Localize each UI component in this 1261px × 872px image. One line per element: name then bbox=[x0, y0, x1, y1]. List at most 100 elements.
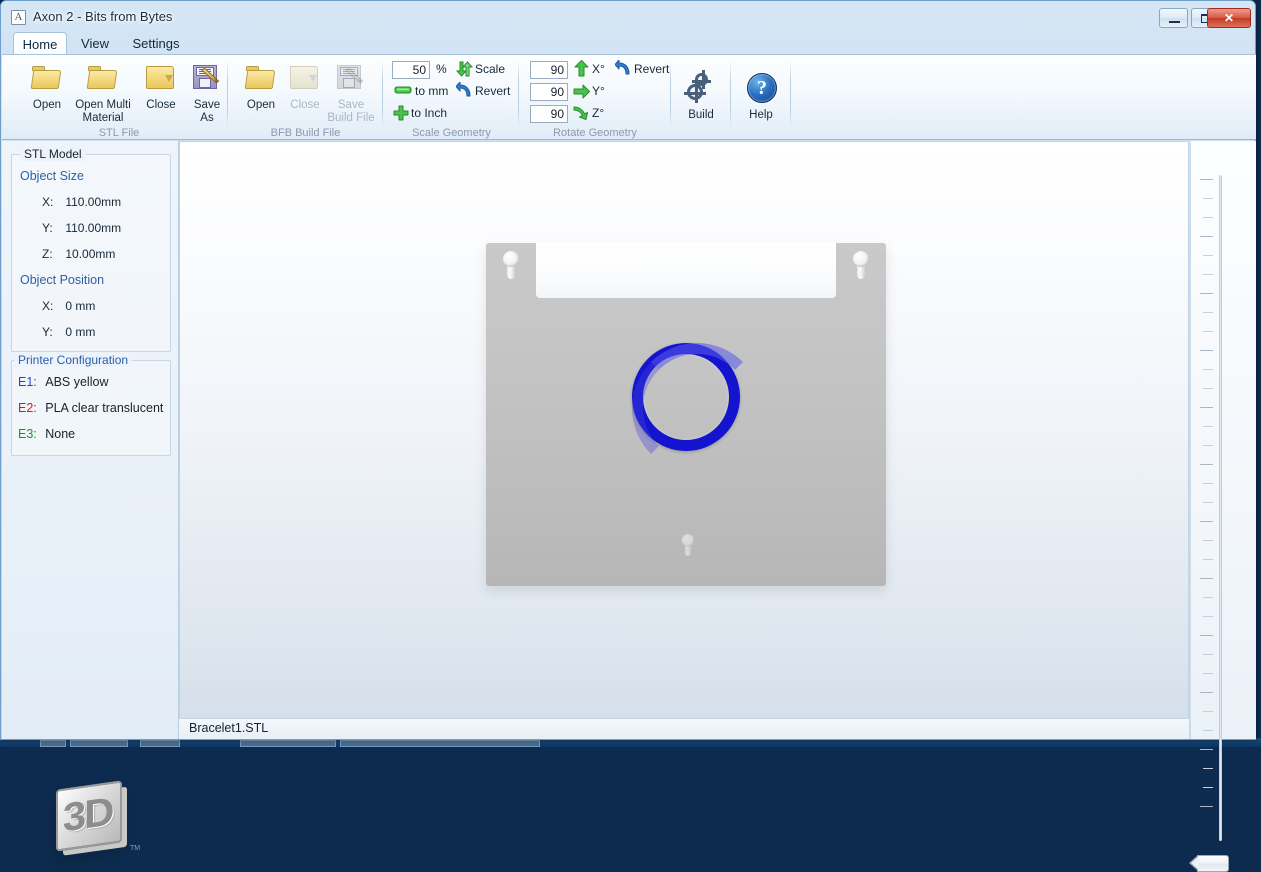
left-sidebar: STL Model Object Size X: 110.00mm Y: 110… bbox=[2, 141, 179, 852]
bed-keyhole-slot bbox=[681, 534, 695, 556]
rotate-x-label: X° bbox=[592, 62, 605, 76]
slider-tick bbox=[1203, 711, 1213, 712]
bfb-save-build-file-button[interactable]: Save Build File bbox=[322, 59, 380, 124]
minimize-button[interactable] bbox=[1159, 8, 1188, 28]
arrow-curve-down-icon[interactable] bbox=[573, 105, 590, 121]
folder-close-icon bbox=[288, 61, 322, 95]
tab-settings[interactable]: Settings bbox=[123, 32, 189, 55]
slider-tick bbox=[1200, 578, 1213, 579]
rotate-y-input[interactable] bbox=[530, 83, 568, 101]
object-size-row: Y: 110.00mm bbox=[42, 221, 121, 235]
axis-value: 0 mm bbox=[65, 299, 96, 313]
btn-label-line2: Material bbox=[82, 111, 124, 124]
ribbon-tab-strip: Home View Settings bbox=[1, 31, 1255, 55]
help-button[interactable]: ? Help bbox=[732, 69, 790, 131]
object-size-row: Z: 10.00mm bbox=[42, 247, 115, 261]
3d-model-viewport[interactable] bbox=[179, 141, 1189, 719]
bed-keyhole-slot bbox=[502, 251, 520, 279]
slider-tick bbox=[1203, 312, 1213, 313]
slider-tick bbox=[1200, 806, 1213, 807]
group-label-stl-file: STL File bbox=[98, 127, 140, 139]
rotate-x-input[interactable] bbox=[530, 61, 568, 79]
taskbar-item[interactable] bbox=[40, 740, 66, 747]
extruder-slot-label: E2: bbox=[18, 401, 37, 415]
stl-open-button[interactable]: Open bbox=[18, 59, 76, 121]
scale-percent-input[interactable] bbox=[392, 61, 430, 79]
tab-view[interactable]: View bbox=[71, 32, 119, 55]
ribbon-group-rotate-geometry: X° Revert Y° Z° Rotate Geomet bbox=[519, 55, 671, 141]
ribbon-group-scale-geometry: % Scale to mm Revert bbox=[384, 55, 519, 141]
layer-height-slider[interactable] bbox=[1189, 141, 1256, 872]
title-bar[interactable]: A Axon 2 - Bits from Bytes ✕ bbox=[1, 1, 1255, 31]
slider-track[interactable] bbox=[1219, 175, 1222, 841]
arrow-right-icon[interactable] bbox=[573, 84, 590, 99]
taskbar-item[interactable] bbox=[70, 740, 128, 747]
bed-keyhole-slot bbox=[852, 251, 870, 279]
percent-symbol: % bbox=[436, 62, 447, 76]
printer-configuration-panel: Printer Configuration E1: ABS yellow E2:… bbox=[11, 353, 171, 456]
rotate-z-input[interactable] bbox=[530, 105, 568, 123]
slider-tick bbox=[1203, 540, 1213, 541]
object-size-header: Object Size bbox=[20, 169, 84, 183]
object-position-row: Y: 0 mm bbox=[42, 325, 95, 339]
slider-tick bbox=[1203, 255, 1213, 256]
bracelet-torus-model[interactable] bbox=[632, 343, 762, 473]
slider-tick bbox=[1200, 635, 1213, 636]
slider-tick bbox=[1203, 217, 1213, 218]
group-label-rotate-geometry: Rotate Geometry bbox=[553, 127, 637, 139]
axis-value: 10.00mm bbox=[65, 247, 116, 261]
to-mm-icon[interactable] bbox=[394, 84, 412, 96]
scale-updown-arrows-icon[interactable] bbox=[456, 61, 473, 77]
group-label-bfb-build-file: BFB Build File bbox=[270, 127, 341, 139]
taskbar-item[interactable] bbox=[240, 740, 336, 747]
scale-revert-label[interactable]: Revert bbox=[475, 84, 510, 98]
taskbar-item[interactable] bbox=[140, 740, 180, 747]
bits-from-bytes-3d-logo: 3D TM bbox=[42, 773, 148, 871]
tab-home[interactable]: Home bbox=[13, 32, 67, 55]
rotate-y-label: Y° bbox=[592, 84, 605, 98]
slider-tick bbox=[1203, 388, 1213, 389]
slider-tick bbox=[1203, 369, 1213, 370]
btn-label-line1: Save bbox=[193, 99, 221, 111]
arrow-up-icon[interactable] bbox=[574, 60, 589, 77]
btn-label-line2: Build File bbox=[327, 111, 375, 124]
print-bed-platform bbox=[486, 242, 886, 586]
taskbar-item[interactable] bbox=[340, 740, 540, 747]
close-button[interactable]: ✕ bbox=[1207, 8, 1251, 28]
slider-tick bbox=[1203, 559, 1213, 560]
folder-open-icon bbox=[30, 61, 64, 95]
slider-tick bbox=[1203, 597, 1213, 598]
slider-tick bbox=[1203, 654, 1213, 655]
scale-button-label[interactable]: Scale bbox=[475, 62, 505, 76]
stl-model-legend: STL Model bbox=[20, 147, 86, 161]
axis-value: 110.00mm bbox=[65, 221, 122, 235]
slider-tick bbox=[1203, 673, 1213, 674]
slider-tick bbox=[1203, 426, 1213, 427]
to-inch-plus-icon[interactable] bbox=[393, 105, 409, 121]
axis-label: Y: bbox=[42, 221, 53, 235]
object-size-row: X: 110.00mm bbox=[42, 195, 121, 209]
revert-arrow-icon[interactable] bbox=[615, 60, 632, 76]
slider-tick bbox=[1203, 274, 1213, 275]
slider-tick bbox=[1200, 464, 1213, 465]
extruder-material: PLA clear translucent bbox=[45, 401, 164, 415]
save-build-file-icon bbox=[334, 61, 368, 95]
build-button[interactable]: Build bbox=[672, 69, 730, 131]
close-icon: ✕ bbox=[1223, 11, 1235, 25]
slider-thumb[interactable] bbox=[1189, 855, 1229, 872]
stl-open-multi-material-button[interactable]: Open Multi Material bbox=[74, 59, 132, 124]
extruder-row-e1: E1: ABS yellow bbox=[18, 375, 108, 389]
slider-tick bbox=[1203, 616, 1213, 617]
rotate-revert-label[interactable]: Revert bbox=[634, 62, 669, 76]
logo-text: 3D bbox=[62, 789, 113, 841]
axon-logo-icon: A bbox=[11, 10, 26, 25]
to-mm-label[interactable]: to mm bbox=[415, 84, 448, 98]
rotate-z-label: Z° bbox=[592, 106, 605, 120]
btn-label-line1: Save bbox=[337, 99, 365, 111]
revert-arrow-icon[interactable] bbox=[456, 82, 473, 98]
slider-tick bbox=[1203, 787, 1213, 788]
group-label-scale-geometry: Scale Geometry bbox=[412, 127, 491, 139]
ribbon-group-help: ? Help bbox=[731, 55, 791, 141]
to-inch-label[interactable]: to Inch bbox=[411, 106, 447, 120]
window-title: Axon 2 - Bits from Bytes bbox=[33, 9, 173, 24]
